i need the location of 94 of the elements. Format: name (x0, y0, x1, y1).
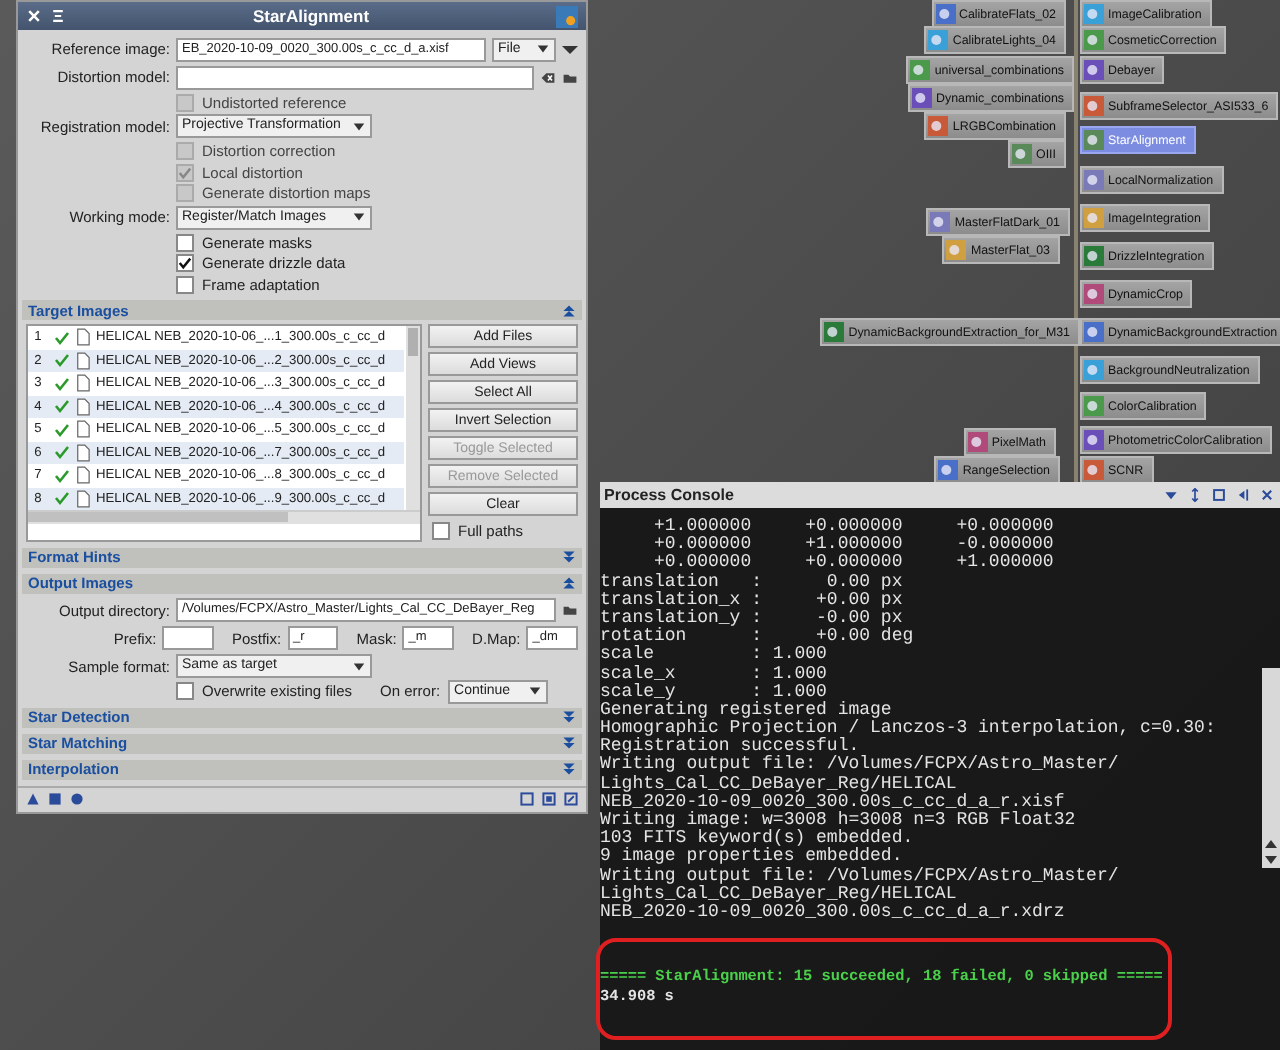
resize-icon[interactable] (1188, 488, 1202, 502)
square-icon[interactable] (48, 792, 62, 806)
console-line: Lights_Cal_CC_DeBayer_Reg/HELICAL (600, 775, 957, 794)
process-symbol-icon (1084, 30, 1104, 50)
triangle-icon[interactable] (26, 792, 40, 806)
window-title: StarAlignment (250, 6, 372, 26)
process-symbol-icon (1084, 460, 1104, 480)
close-icon[interactable] (1260, 488, 1274, 502)
console-line: Writing image: w=3008 h=3008 n=3 RGB Float32 (600, 812, 1078, 830)
check-icon[interactable] (54, 375, 70, 392)
checkbox[interactable] (176, 275, 194, 293)
expand-icon (562, 710, 576, 724)
process-symbol-icon (910, 60, 931, 80)
process-symbol-icon (912, 88, 933, 108)
scroll-up-icon[interactable] (1262, 836, 1280, 852)
maximize-icon[interactable] (1212, 488, 1226, 502)
console-line: NEB_2020-10-09_0020_300.00s_c_cc_d_a_r.xdrz (600, 903, 1067, 923)
process-symbol-icon (1084, 246, 1104, 266)
process-symbol-icon (1084, 60, 1104, 80)
process-symbol-icon (928, 30, 949, 50)
process-symbol-icon (946, 240, 967, 260)
checkbox[interactable] (176, 233, 194, 251)
console-line: +1.000000 +0.000000 +0.000000 (652, 518, 1056, 536)
process-symbol-icon (967, 432, 988, 452)
console-line: 9 image properties embedded. (600, 848, 905, 867)
console-line: translation_x : +0.00 px (600, 591, 905, 610)
console-line: Lights_Cal_CC_DeBayer_Reg/HELICAL (600, 885, 957, 904)
process-symbol-icon (1084, 4, 1104, 24)
dock-icon[interactable] (1236, 488, 1250, 502)
clear-icon[interactable] (540, 69, 556, 85)
console-line: 103 FITS keyword(s) embedded. (600, 830, 916, 849)
dropdown-arrow-icon (352, 210, 366, 224)
check-icon[interactable] (54, 329, 70, 346)
console-line: translation : 0.00 px (600, 573, 905, 592)
process-symbol-icon (938, 460, 959, 480)
process-symbol-icon (1084, 284, 1104, 304)
console-line: Registration successful. (600, 738, 860, 757)
process-symbol-icon (930, 212, 951, 232)
scrollbar[interactable] (1262, 668, 1280, 868)
check-icon[interactable] (54, 398, 70, 415)
console-line: translation_y : -0.00 px (600, 609, 903, 628)
distortion-model-field[interactable] (176, 65, 534, 89)
shade-icon[interactable] (50, 8, 66, 24)
checkbox[interactable] (432, 521, 450, 539)
scrollbar[interactable] (28, 510, 420, 524)
menu-icon[interactable] (1164, 488, 1178, 502)
console-line: Homographic Projection / Lanczos-3 interpolation, c=0.30: (600, 720, 1218, 739)
console-line: +0.000000 +1.000000 -0.000000 (652, 536, 1056, 555)
process-symbol-icon (1084, 96, 1104, 116)
scrollbar[interactable] (406, 326, 420, 510)
process-symbol-icon (1084, 396, 1104, 416)
window-title: Process Console (604, 486, 736, 504)
process-symbol-icon (1012, 144, 1033, 164)
check-icon[interactable] (54, 444, 70, 461)
check-icon[interactable] (54, 352, 70, 369)
console-line: rotation : +0.00 deg (600, 628, 916, 647)
dropdown-arrow-icon (352, 119, 366, 133)
checkbox[interactable] (176, 682, 194, 700)
process-symbol-icon (1084, 430, 1104, 450)
process-symbol-icon (928, 116, 949, 136)
process-icon-icon[interactable] (556, 5, 578, 27)
console-line: Generating registered image (600, 701, 894, 720)
expand-icon (562, 762, 576, 776)
caret-icon[interactable] (562, 41, 578, 57)
scroll-down-icon[interactable] (1262, 852, 1280, 868)
check-icon[interactable] (54, 421, 70, 438)
collapse-icon (562, 576, 576, 590)
dropdown-arrow-icon (352, 659, 366, 673)
console-line: +0.000000 +0.000000 +1.000000 (652, 554, 1056, 573)
process-symbol-icon (1084, 130, 1104, 150)
process-symbol-icon (1084, 322, 1104, 342)
text-field[interactable] (162, 626, 214, 650)
dropdown-arrow-icon (536, 42, 550, 56)
check-icon[interactable] (54, 467, 70, 484)
expand-icon (562, 550, 576, 564)
collapse-icon (562, 303, 576, 317)
process-symbol-icon (1084, 208, 1104, 228)
console-line: scale_x : 1.000 (600, 665, 829, 683)
console-line: scale_y : 1.000 (600, 683, 829, 702)
console-line: NEB_2020-10-09_0020_300.00s_c_cc_d_a_r.xisf (600, 793, 1065, 812)
checkbox[interactable] (176, 254, 194, 272)
circle-icon[interactable] (70, 792, 84, 806)
process-symbol-icon (1084, 360, 1104, 380)
process-symbol-icon (824, 322, 845, 342)
process-symbol-icon (1084, 170, 1104, 190)
folder-icon[interactable] (562, 602, 578, 618)
check-icon[interactable] (54, 490, 70, 507)
console-line: scale : 1.000 (600, 646, 829, 665)
dropdown-arrow-icon (528, 684, 543, 698)
console-line: Writing output file: /Volumes/FCPX/Astro_Master/ (600, 867, 1121, 886)
expand-icon (562, 736, 576, 750)
folder-icon[interactable] (562, 69, 578, 85)
console-line: Writing output file: /Volumes/FCPX/Astro_Master/ (600, 756, 1121, 775)
process-symbol-icon (935, 4, 955, 24)
